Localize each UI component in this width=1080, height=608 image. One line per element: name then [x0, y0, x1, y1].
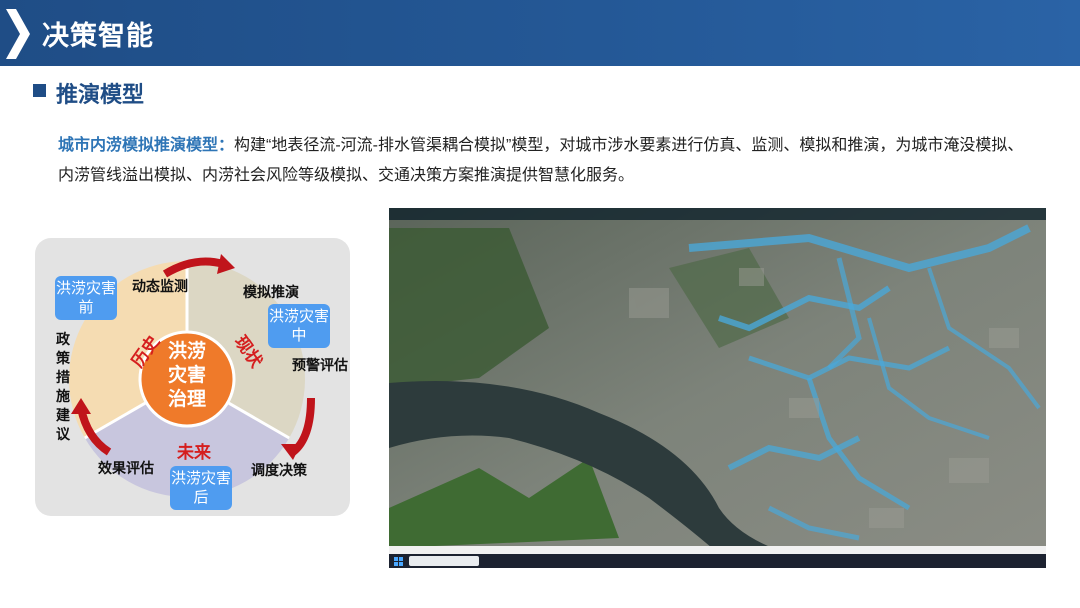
- badge-after: 洪涝灾害后: [170, 466, 232, 510]
- satellite-map-image: [389, 208, 1046, 568]
- step-warn: 预警评估: [292, 357, 348, 373]
- step-evaluate: 效果评估: [98, 460, 154, 476]
- step-dispatch: 调度决策: [251, 462, 307, 478]
- badge-during: 洪涝灾害中: [268, 304, 330, 348]
- windows-taskbar: [389, 554, 1046, 568]
- flood-simulation-screenshot: [389, 208, 1046, 568]
- step-policy: 政策措施建议: [56, 331, 70, 442]
- section-bullet-icon: [33, 84, 46, 97]
- flood-cycle-diagram: 洪涝 灾害 治理 历史 现状 未来 洪涝灾害前 洪涝灾害中 洪涝灾害后 动态监测 模…: [35, 238, 350, 516]
- era-future: 未来: [177, 443, 211, 462]
- taskbar-search[interactable]: [409, 556, 479, 566]
- page-title: 决策智能: [42, 21, 154, 51]
- map-toolbar: [389, 208, 1046, 220]
- step-monitor: 动态监测: [132, 278, 188, 294]
- badge-before: 洪涝灾害前: [55, 276, 117, 320]
- app-statusbar: [389, 546, 1046, 554]
- slide-header: 决策智能: [0, 0, 1080, 66]
- step-simulate: 模拟推演: [243, 284, 299, 300]
- description-paragraph: 城市内涝模拟推演模型：构建“地表径流-河流-排水管渠耦合模拟”模型，对城市涉水要…: [58, 131, 1038, 191]
- chevron-right-icon: [6, 9, 30, 59]
- windows-start-icon[interactable]: [392, 554, 406, 568]
- description-highlight: 城市内涝模拟推演模型：: [58, 137, 235, 154]
- section-title: 推演模型: [56, 82, 145, 107]
